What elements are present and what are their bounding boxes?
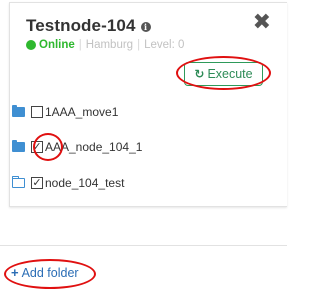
execute-button[interactable]: ↻ Execute — [184, 62, 263, 86]
node-title-row: Testnode-104 i — [26, 16, 151, 36]
folder-label: node_104_test — [45, 176, 125, 190]
add-folder-label: Add folder — [21, 265, 79, 280]
folder-icon — [12, 105, 25, 117]
folder-item-1aaa-move1[interactable]: 1AAA_move1 — [12, 105, 118, 119]
section-divider — [0, 245, 287, 246]
divider-bar: | — [78, 39, 82, 51]
add-folder-link[interactable]: + Add folder — [11, 265, 79, 280]
online-status-dot — [26, 40, 36, 50]
location-text: Hamburg — [85, 39, 134, 51]
close-icon[interactable]: ✖ — [253, 11, 271, 33]
folder-label: AAA_node_104_1 — [45, 140, 143, 154]
folder-label: 1AAA_move1 — [45, 105, 119, 119]
folder-item-aaa-node-104-1[interactable]: ✓ AAA_node_104_1 — [12, 140, 142, 154]
folder-item-node-104-test[interactable]: ✓ node_104_test — [11, 176, 125, 190]
folder-open-icon — [11, 176, 25, 188]
folder-checkbox[interactable]: ✓ — [31, 177, 43, 189]
divider-bar: | — [137, 39, 141, 51]
status-text: Online — [39, 39, 75, 51]
folder-checkbox[interactable] — [31, 106, 43, 118]
node-status-row: Online | Hamburg | Level: 0 — [26, 39, 184, 51]
info-icon[interactable]: i — [140, 22, 151, 32]
level-text: Level: 0 — [144, 39, 185, 51]
execute-label: Execute — [207, 67, 253, 81]
refresh-icon: ↻ — [194, 67, 205, 81]
folder-checkbox[interactable]: ✓ — [31, 141, 43, 153]
node-title: Testnode-104 — [26, 16, 136, 35]
plus-icon: + — [11, 265, 19, 280]
folder-icon — [12, 140, 25, 152]
